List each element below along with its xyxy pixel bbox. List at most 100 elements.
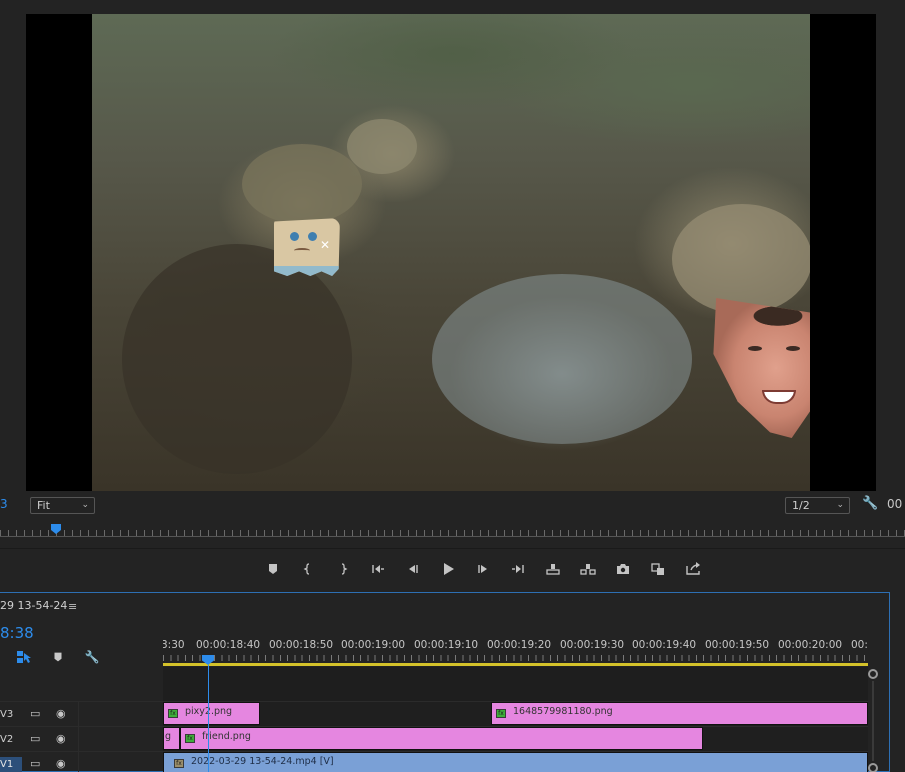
go-to-out-button[interactable] <box>500 558 535 580</box>
go-to-in-button[interactable] <box>360 558 395 580</box>
track-name[interactable]: V3 <box>0 707 22 722</box>
linked-selection-icon <box>17 651 31 663</box>
scroll-handle-top[interactable] <box>868 669 878 679</box>
sync-lock-icon[interactable]: ▭ <box>30 757 40 770</box>
step-forward-icon <box>477 565 487 573</box>
figure-shape <box>432 274 692 444</box>
extract-button[interactable] <box>570 558 605 580</box>
fx-badge-icon: fx <box>168 709 178 718</box>
work-area-bar[interactable] <box>163 663 868 666</box>
fx-badge-icon: fx <box>185 734 195 743</box>
ruler-label: 00:00:18:50 <box>269 639 334 651</box>
ghost-eye-icon <box>290 232 299 241</box>
monitor-time-ruler[interactable] <box>0 524 905 538</box>
helmet-shape <box>242 144 362 224</box>
export-frame-button[interactable] <box>605 558 640 580</box>
marker-icon <box>268 564 277 574</box>
ghost-sticker-overlay[interactable]: ✕ <box>274 218 340 276</box>
comparison-view-button[interactable] <box>640 558 675 580</box>
ruler-label: 00:00:19:30 <box>560 639 625 651</box>
transport-controls <box>255 558 710 580</box>
ruler-label: 00:00:19:10 <box>414 639 479 651</box>
track-name[interactable]: V1 <box>0 757 22 772</box>
clip-v2-friend[interactable]: fx friend.png <box>180 727 703 750</box>
face-mouth-icon <box>762 390 796 404</box>
track-name[interactable]: V2 <box>0 732 22 747</box>
sync-lock-icon[interactable]: ▭ <box>30 707 40 720</box>
fx-badge-icon: fx <box>496 709 506 718</box>
add-marker-button[interactable] <box>255 558 290 580</box>
play-icon <box>443 563 454 575</box>
fx-badge-icon: fx <box>174 759 184 768</box>
helmet-shape <box>672 204 810 314</box>
clip-label: g <box>165 731 172 742</box>
clip-label: friend.png <box>202 731 251 742</box>
header-separator <box>78 702 79 726</box>
video-preview: ✕ <box>92 14 810 491</box>
ruler-ticks <box>163 655 868 661</box>
duration-timecode: 00 <box>887 497 903 511</box>
program-monitor: ✕ 3 Fit ⌄ 1/2 ⌄ 🔧 00 <box>0 0 905 592</box>
sequence-timecode[interactable]: 8:38 <box>0 624 34 642</box>
track-header-v2[interactable]: V2 ▭ ◉ <box>0 726 163 751</box>
play-button[interactable] <box>430 558 465 580</box>
header-separator <box>78 727 79 751</box>
eye-icon[interactable]: ◉ <box>56 757 66 770</box>
ruler-label: 00:00:19:50 <box>705 639 770 651</box>
playhead-line <box>208 665 209 772</box>
eye-icon[interactable]: ◉ <box>56 732 66 745</box>
track-row-v1[interactable]: fx 2022-03-29 13-54-24.mp4 [V] <box>163 751 868 772</box>
eye-icon[interactable]: ◉ <box>56 707 66 720</box>
face-eye-icon <box>786 346 800 351</box>
track-area[interactable]: fxpixy2.png fx1648579981180.png g fxfrie… <box>163 667 868 772</box>
clip-v3-1648579981180[interactable]: fx 1648579981180.png <box>491 702 868 725</box>
vertical-scrollbar[interactable] <box>866 667 880 772</box>
linked-selection-button[interactable] <box>16 649 32 665</box>
step-back-button[interactable] <box>395 558 430 580</box>
step-forward-button[interactable] <box>465 558 500 580</box>
ghost-x-mark-icon: ✕ <box>320 238 331 252</box>
timeline-settings-button[interactable]: 🔧 <box>84 649 100 665</box>
step-back-icon <box>408 565 418 573</box>
track-headers: V3 ▭ ◉ V2 ▭ ◉ V1 ▭ ◉ <box>0 701 163 772</box>
header-separator <box>78 752 79 772</box>
scroll-track[interactable] <box>872 681 874 761</box>
lift-icon <box>545 564 560 575</box>
premiere-window: ✕ 3 Fit ⌄ 1/2 ⌄ 🔧 00 29 13-54-24 ≡ 8:38 … <box>0 0 905 772</box>
ghost-bottom <box>274 266 340 276</box>
clip-v3-pixy2[interactable]: fxpixy2.png <box>163 702 260 725</box>
ruler-label: 3:30 <box>163 639 185 651</box>
track-header-v3[interactable]: V3 ▭ ◉ <box>0 701 163 726</box>
clip-label: 1648579981180.png <box>513 706 613 717</box>
extract-icon <box>579 564 596 575</box>
timeline-panel: 29 13-54-24 ≡ 8:38 🔧 3:30 00:00:18:40 00… <box>0 592 890 772</box>
sync-lock-icon[interactable]: ▭ <box>30 732 40 745</box>
panel-menu-icon[interactable]: ≡ <box>68 600 77 613</box>
track-header-v1[interactable]: V1 ▭ ◉ <box>0 751 163 772</box>
wrench-icon: 🔧 <box>84 650 100 664</box>
go-to-out-icon <box>511 565 524 573</box>
scroll-handle-bottom[interactable] <box>868 763 878 772</box>
go-to-in-icon <box>371 565 384 573</box>
ruler-label: 00:00:19:40 <box>632 639 697 651</box>
mark-out-button[interactable] <box>325 558 360 580</box>
track-row-v3[interactable]: fxpixy2.png fx 1648579981180.png <box>163 701 868 725</box>
zoom-level-select[interactable]: Fit ⌄ <box>30 497 95 514</box>
clip-v1-video[interactable]: fx 2022-03-29 13-54-24.mp4 [V] <box>163 752 868 772</box>
video-frame[interactable]: ✕ <box>26 14 876 491</box>
timeline-ruler[interactable]: 3:30 00:00:18:40 00:00:18:50 00:00:19:00… <box>163 633 868 667</box>
wrench-icon[interactable]: 🔧 <box>862 496 878 511</box>
face-eye-icon <box>748 346 762 351</box>
playback-resolution-select[interactable]: 1/2 ⌄ <box>785 497 850 514</box>
track-row-v2[interactable]: g fx friend.png <box>163 726 868 750</box>
mark-out-icon <box>341 563 347 575</box>
ruler-label: 00:00:19:00 <box>341 639 406 651</box>
lift-button[interactable] <box>535 558 570 580</box>
export-button[interactable] <box>675 558 710 580</box>
add-marker-timeline-button[interactable] <box>50 649 66 665</box>
ruler-label: 00:00:20:00 <box>778 639 843 651</box>
mark-in-button[interactable] <box>290 558 325 580</box>
clip-v2-left[interactable]: g <box>163 727 180 750</box>
face-sticker-overlay[interactable] <box>713 298 810 438</box>
sequence-tab[interactable]: 29 13-54-24 <box>0 599 67 615</box>
